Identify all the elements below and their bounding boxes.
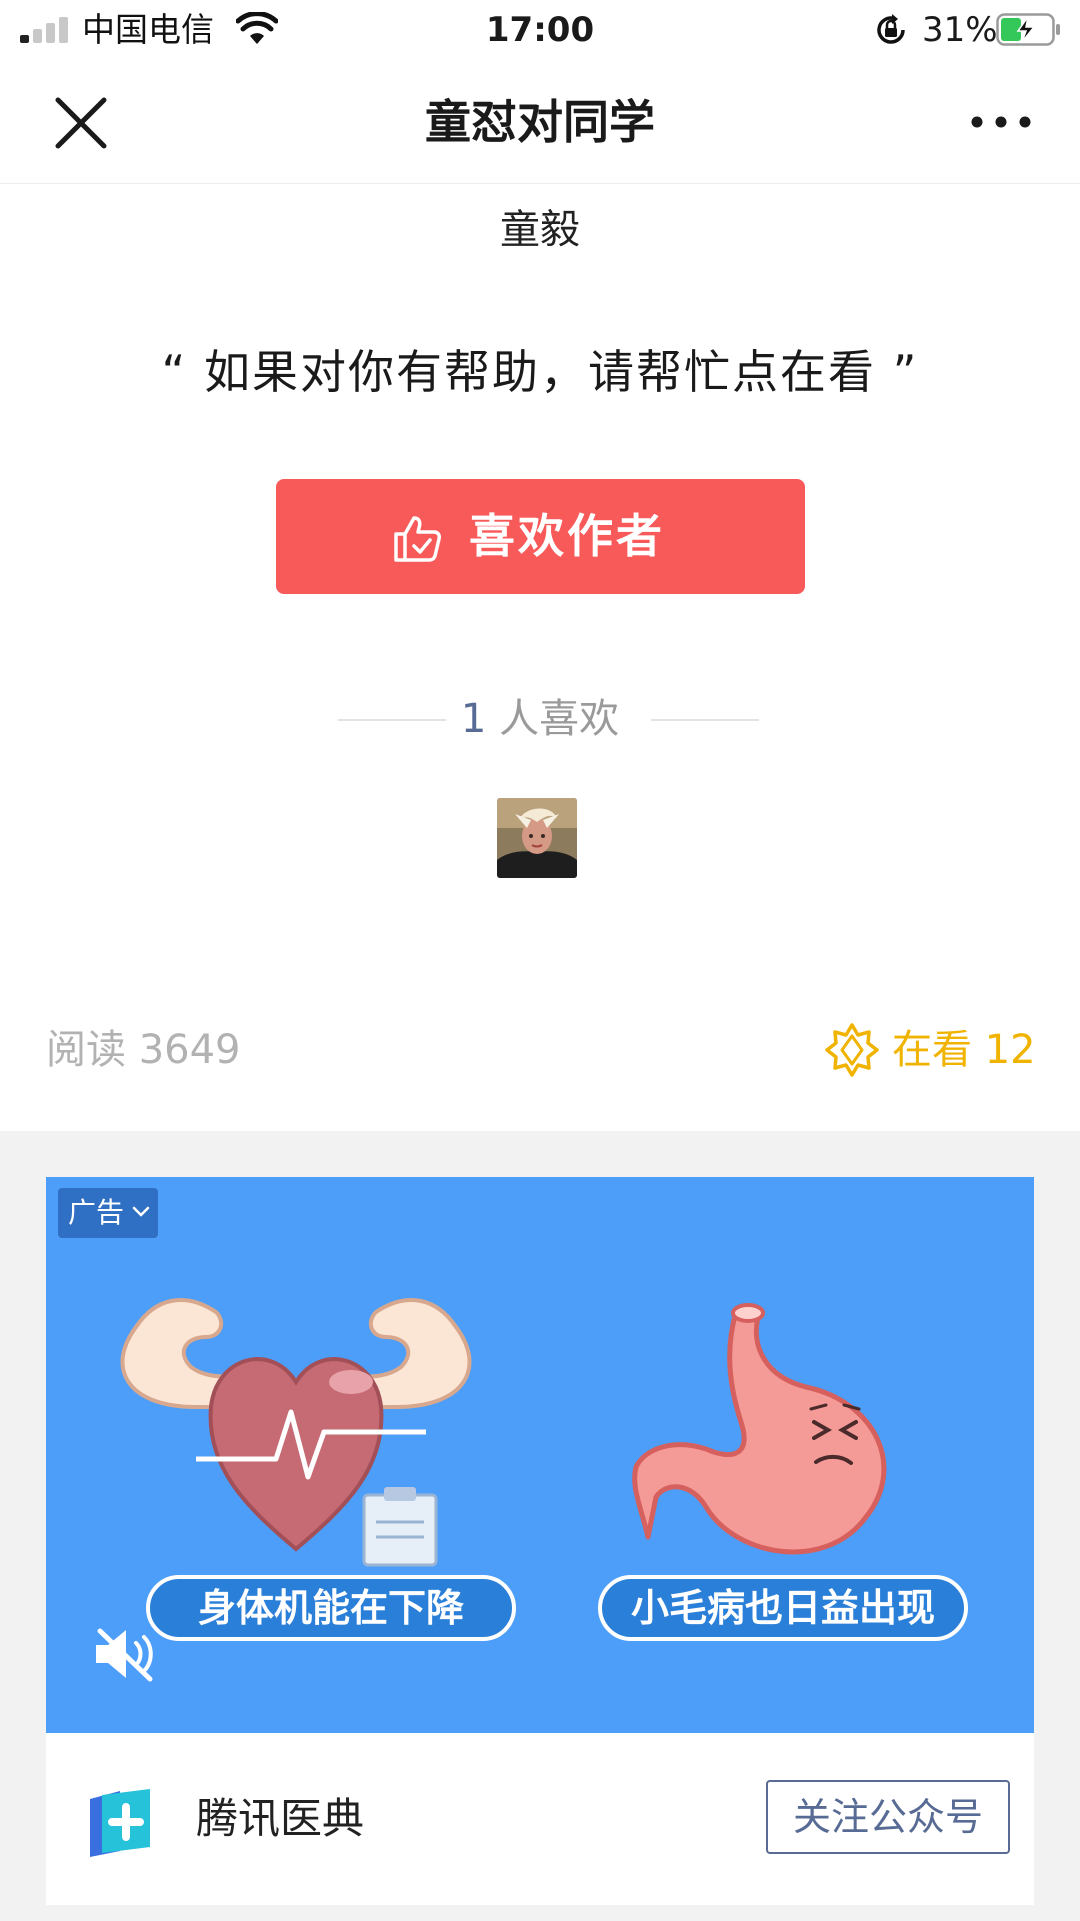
divider-right: [651, 719, 759, 721]
advertiser-logo[interactable]: [82, 1785, 156, 1859]
likes-suffix: 人喜欢: [486, 696, 620, 742]
ad-illustration: [120, 1298, 887, 1567]
ad-card: 广告 身体机能在下降 小毛病也日益出现 腾讯医典 关注公众号: [46, 1177, 1034, 1905]
advertiser-name[interactable]: 腾讯医典: [196, 1789, 364, 1849]
like-author-button[interactable]: 喜欢作者: [276, 479, 805, 594]
likes-count: 1 人喜欢: [0, 694, 1080, 744]
battery-percent: 31%: [922, 10, 998, 50]
ad-tag-label: 广告: [68, 1196, 125, 1229]
ad-footer: 腾讯医典 关注公众号: [46, 1733, 1034, 1905]
stats-row: 阅读 3649 在看 12: [0, 1020, 1080, 1080]
ad-caption-left: 身体机能在下降: [146, 1575, 516, 1641]
battery-charging-icon: [996, 13, 1060, 46]
clock: 17:00: [485, 10, 595, 50]
wow-button[interactable]: 在看 12: [824, 1020, 1036, 1080]
read-count: 阅读 3649: [46, 1027, 241, 1073]
follow-account-button[interactable]: 关注公众号: [766, 1780, 1010, 1854]
ad-tag-button[interactable]: 广告: [58, 1188, 158, 1238]
mute-icon[interactable]: [92, 1625, 158, 1683]
avatar-image: [497, 798, 577, 878]
more-icon[interactable]: [966, 100, 1036, 144]
like-author-label: 喜欢作者: [469, 509, 665, 563]
appreciation-quote: “ 如果对你有帮助，请帮忙点在看 ”: [161, 345, 919, 399]
likes-row: 1 人喜欢: [0, 694, 1080, 744]
nav-bar: 童怼对同学: [0, 60, 1080, 184]
page-title: 童怼对同学: [425, 95, 655, 149]
wow-count: 在看 12: [892, 1027, 1036, 1073]
author-name: 童毅: [500, 207, 580, 253]
avatar[interactable]: [497, 798, 577, 878]
likes-number: 1: [460, 696, 487, 742]
thumbs-up-icon: [394, 516, 441, 562]
wow-star-icon: [825, 1023, 879, 1077]
chevron-down-icon: [132, 1206, 150, 1217]
status-bar: 中国电信 17:00 31%: [0, 0, 1080, 60]
ad-banner[interactable]: 广告 身体机能在下降 小毛病也日益出现: [46, 1177, 1034, 1733]
ad-caption-right: 小毛病也日益出现: [598, 1575, 968, 1641]
rotation-lock-icon: [877, 14, 905, 44]
